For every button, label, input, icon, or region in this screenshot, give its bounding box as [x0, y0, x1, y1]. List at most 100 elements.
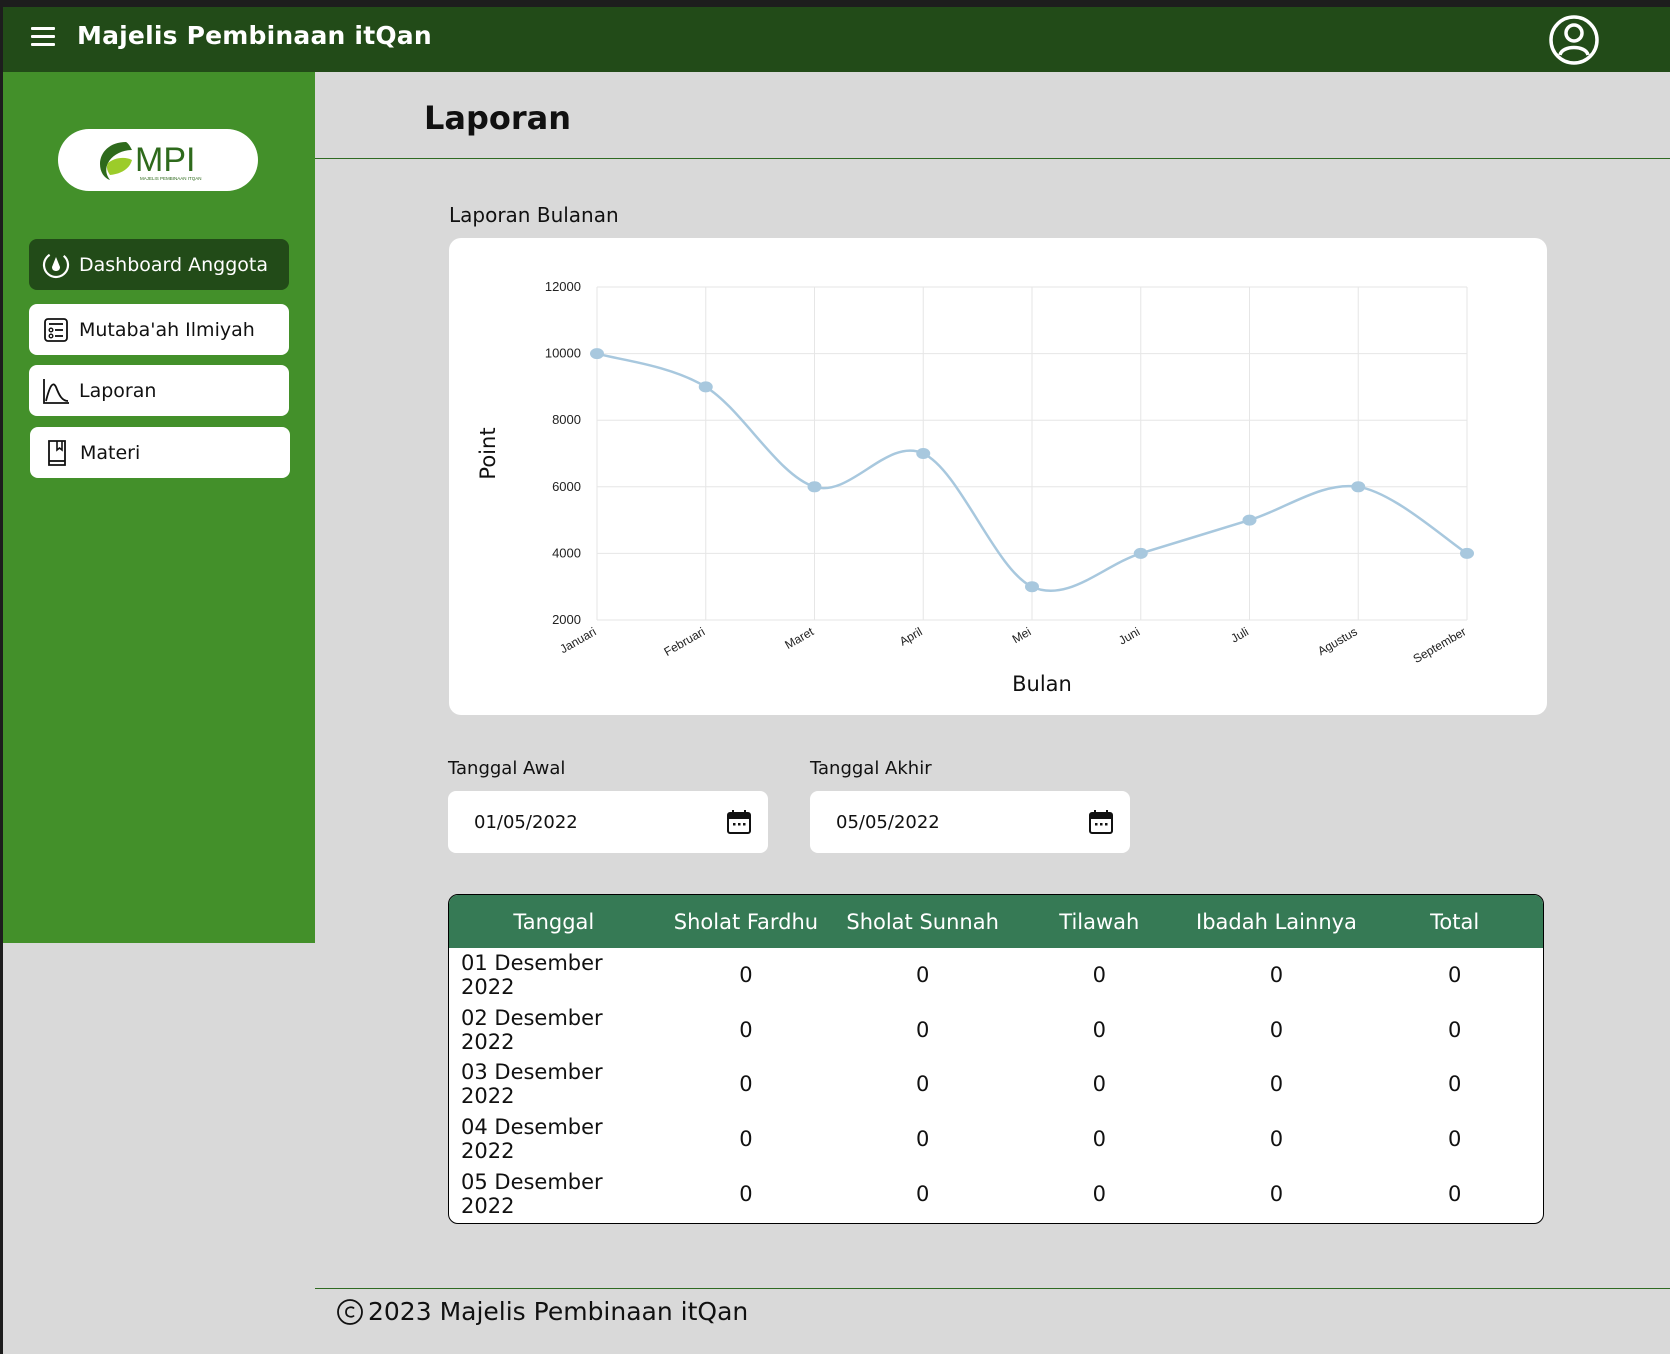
chart-line-icon [41, 376, 71, 406]
data-point [1133, 547, 1148, 559]
footer: 2023 Majelis Pembinaan itQan [336, 1297, 748, 1326]
date-end-input[interactable]: 05/05/2022 [810, 791, 1130, 853]
date-start-input[interactable]: 01/05/2022 [448, 791, 768, 853]
y-tick-label: 4000 [552, 545, 581, 560]
calendar-icon[interactable] [1088, 809, 1114, 835]
svg-text:MPI: MPI [135, 141, 195, 179]
cell-tanggal: 04 Desember 2022 [461, 1115, 603, 1164]
date-end-value: 05/05/2022 [836, 811, 940, 833]
cell-sholat-sunnah: 0 [915, 1181, 930, 1206]
cell-sholat-sunnah: 0 [915, 1017, 930, 1042]
cell-tanggal: 01 Desember 2022 [461, 951, 603, 1000]
data-point [698, 381, 713, 393]
table-row: 03 Desember 2022 0 0 0 0 0 [449, 1057, 1543, 1112]
sidebar-item-materi[interactable]: Materi [30, 427, 290, 478]
y-tick-label: 2000 [552, 612, 581, 627]
cell-tilawah: 0 [1092, 1072, 1106, 1097]
cell-tanggal: 03 Desember 2022 [461, 1060, 603, 1109]
cell-sholat-fardhu: 0 [739, 1181, 753, 1206]
cell-tanggal: 02 Desember 2022 [461, 1005, 603, 1054]
date-start-value: 01/05/2022 [474, 811, 578, 833]
sidebar: MPI MAJELIS PEMBINAAN ITQAN Dashboard An… [3, 72, 315, 943]
cell-sholat-sunnah: 0 [915, 963, 930, 988]
column-header-ibadah-lainnya[interactable]: Ibadah Lainnya [1187, 895, 1367, 948]
cell-tilawah: 0 [1092, 1017, 1106, 1042]
dashboard-icon [41, 250, 71, 280]
header-divider [315, 158, 1670, 159]
sidebar-item-label: Mutaba'ah Ilmiyah [79, 318, 255, 341]
checklist-icon [41, 315, 71, 345]
report-table: Tanggal Sholat Fardhu Sholat Sunnah Tila… [448, 894, 1544, 1224]
date-start-label: Tanggal Awal [448, 758, 566, 779]
column-header-total[interactable]: Total [1366, 895, 1543, 948]
cell-sholat-fardhu: 0 [739, 1127, 753, 1152]
cell-total: 0 [1447, 1127, 1462, 1152]
table-header: Tanggal Sholat Fardhu Sholat Sunnah Tila… [449, 895, 1543, 948]
chart-section-label: Laporan Bulanan [449, 203, 619, 227]
data-point [916, 448, 931, 459]
book-icon [42, 438, 72, 468]
data-point [1025, 581, 1039, 593]
cell-total: 0 [1447, 1017, 1462, 1042]
x-tick-label: Maret [782, 624, 816, 652]
cell-ibadah-lainnya: 0 [1269, 1127, 1284, 1152]
logo-crescent-icon: MPI MAJELIS PEMBINAAN ITQAN [100, 141, 202, 181]
cell-ibadah-lainnya: 0 [1269, 1072, 1284, 1097]
x-tick-label: Juli [1228, 624, 1251, 645]
footer-divider [315, 1288, 1670, 1289]
sidebar-item-mutabaah-ilmiyah[interactable]: Mutaba'ah Ilmiyah [29, 304, 289, 355]
cell-ibadah-lainnya: 0 [1269, 1181, 1284, 1206]
cell-sholat-sunnah: 0 [915, 1072, 930, 1097]
cell-tilawah: 0 [1092, 1181, 1106, 1206]
data-point [1351, 481, 1366, 493]
monthly-report-chart: 2000 4000 6000 8000 10000 12000 Januari Februar… [449, 238, 1547, 715]
cell-sholat-fardhu: 0 [739, 1017, 753, 1042]
sidebar-item-dashboard-anggota[interactable]: Dashboard Anggota [29, 239, 289, 290]
line-chart: 2000 4000 6000 8000 10000 12000 Januari Februar… [476, 279, 1474, 696]
mpi-logo: MPI MAJELIS PEMBINAAN ITQAN [58, 129, 258, 191]
cell-sholat-fardhu: 0 [739, 1072, 753, 1097]
data-point [1242, 514, 1257, 526]
x-tick-label: Agustus [1315, 624, 1360, 658]
table-row: 01 Desember 2022 0 0 0 0 0 [449, 948, 1543, 1003]
cell-ibadah-lainnya: 0 [1269, 963, 1284, 988]
date-end-label: Tanggal Akhir [810, 758, 932, 779]
y-tick-label: 6000 [552, 479, 581, 494]
top-bar: Majelis Pembinaan itQan [3, 7, 1670, 72]
cell-total: 0 [1447, 963, 1462, 988]
data-point [1460, 547, 1474, 559]
x-tick-label: April [897, 624, 925, 648]
column-header-tanggal[interactable]: Tanggal [449, 895, 659, 948]
sidebar-item-laporan[interactable]: Laporan [29, 365, 289, 416]
cell-total: 0 [1447, 1181, 1462, 1206]
column-header-sholat-sunnah[interactable]: Sholat Sunnah [833, 895, 1012, 948]
table-row: 04 Desember 2022 0 0 0 0 0 [449, 1112, 1543, 1167]
y-axis-label: Point [476, 427, 500, 479]
x-tick-label: September [1411, 624, 1469, 665]
svg-text:MAJELIS PEMBINAAN ITQAN: MAJELIS PEMBINAAN ITQAN [140, 176, 202, 181]
cell-sholat-fardhu: 0 [739, 963, 753, 988]
table-row: 05 Desember 2022 0 0 0 0 0 [449, 1166, 1543, 1221]
x-tick-label: Mei [1010, 624, 1034, 646]
calendar-icon[interactable] [726, 809, 752, 835]
sidebar-item-label: Dashboard Anggota [79, 253, 268, 276]
footer-text: 2023 Majelis Pembinaan itQan [368, 1297, 749, 1326]
cell-tilawah: 0 [1092, 963, 1106, 988]
x-tick-label: Januari [557, 624, 598, 656]
cell-total: 0 [1447, 1072, 1462, 1097]
sidebar-item-label: Laporan [79, 379, 157, 402]
y-tick-label: 8000 [552, 412, 581, 427]
cell-tilawah: 0 [1092, 1127, 1106, 1152]
hamburger-menu-icon[interactable] [31, 27, 55, 47]
page-title: Laporan [424, 99, 572, 137]
x-tick-label: Februari [662, 624, 708, 658]
table-row: 02 Desember 2022 0 0 0 0 0 [449, 1003, 1543, 1058]
column-header-tilawah[interactable]: Tilawah [1012, 895, 1187, 948]
app-frame: Majelis Pembinaan itQan MPI MAJELIS PEMB… [3, 7, 1670, 1354]
data-point [807, 481, 822, 493]
user-profile-icon[interactable] [1548, 14, 1600, 66]
cell-tanggal: 05 Desember 2022 [461, 1169, 603, 1218]
cell-sholat-sunnah: 0 [915, 1127, 930, 1152]
sidebar-item-label: Materi [80, 441, 141, 464]
column-header-sholat-fardhu[interactable]: Sholat Fardhu [659, 895, 834, 948]
